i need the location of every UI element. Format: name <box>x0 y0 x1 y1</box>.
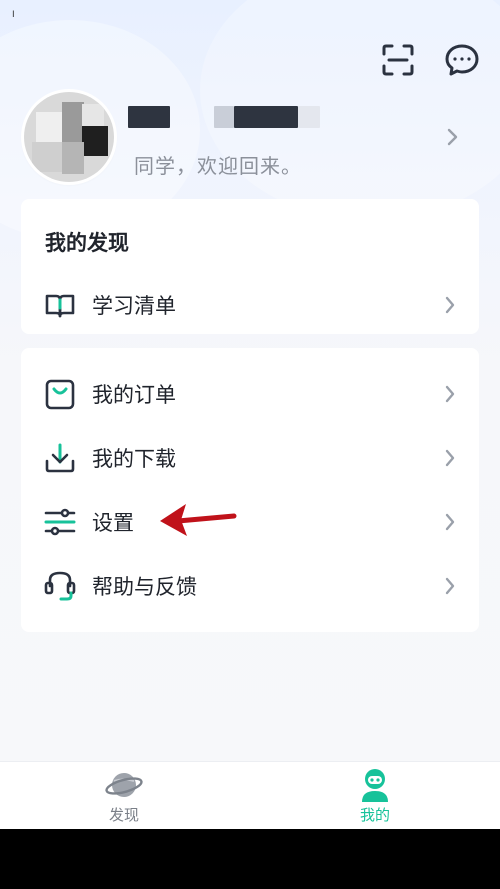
card-title: 我的发现 <box>45 231 129 255</box>
menu-item-settings[interactable]: 设置 <box>21 494 479 550</box>
tab-label: 我的 <box>359 806 390 824</box>
menu-item-my-orders[interactable]: 我的订单 <box>21 366 479 422</box>
message-button[interactable] <box>442 40 482 80</box>
greeting-text: 同学，欢迎回来。 <box>134 154 302 178</box>
user-face-icon <box>356 766 394 804</box>
chevron-right-icon <box>445 577 455 595</box>
tab-label: 发现 <box>108 806 139 824</box>
avatar[interactable] <box>24 92 114 182</box>
discover-card: 我的发现 学习清单 <box>21 199 479 334</box>
menu-item-label: 帮助与反馈 <box>92 575 197 599</box>
order-bag-icon <box>43 377 77 411</box>
menu-item-help-feedback[interactable]: 帮助与反馈 <box>21 558 479 614</box>
profile-screen: I 同学，欢迎回来。 我的发现 学习清单 我的订单 我的下载 设置 帮助与反馈 … <box>0 0 500 829</box>
headset-icon <box>43 569 77 603</box>
planet-icon <box>105 766 143 804</box>
scan-icon <box>382 44 414 76</box>
book-icon <box>43 288 77 322</box>
status-mark: I <box>12 10 15 20</box>
menu-item-label: 设置 <box>92 511 134 535</box>
bottom-tab-bar: 发现 我的 <box>0 761 500 829</box>
scan-button[interactable] <box>378 40 418 80</box>
menu-item-label: 我的下载 <box>92 447 176 471</box>
settings-sliders-icon <box>43 505 77 539</box>
menu-card: 我的订单 我的下载 设置 帮助与反馈 <box>21 348 479 632</box>
tab-discover[interactable]: 发现 <box>64 762 184 829</box>
menu-item-label: 我的订单 <box>92 383 176 407</box>
download-icon <box>43 441 77 475</box>
username-redacted <box>128 106 170 128</box>
menu-item-study-list[interactable]: 学习清单 <box>21 277 479 333</box>
tab-mine[interactable]: 我的 <box>315 762 435 829</box>
chevron-right-icon <box>445 449 455 467</box>
message-icon <box>445 44 479 76</box>
username-redacted <box>298 106 320 128</box>
chevron-right-icon <box>445 296 455 314</box>
chevron-right-icon[interactable] <box>442 124 462 150</box>
system-nav-area <box>0 829 500 889</box>
username-redacted <box>234 106 298 128</box>
chevron-right-icon <box>445 513 455 531</box>
chevron-right-icon <box>445 385 455 403</box>
annotation-arrow-icon <box>160 504 237 536</box>
username-redacted <box>214 106 234 128</box>
menu-item-my-downloads[interactable]: 我的下载 <box>21 430 479 486</box>
menu-item-label: 学习清单 <box>92 294 176 318</box>
